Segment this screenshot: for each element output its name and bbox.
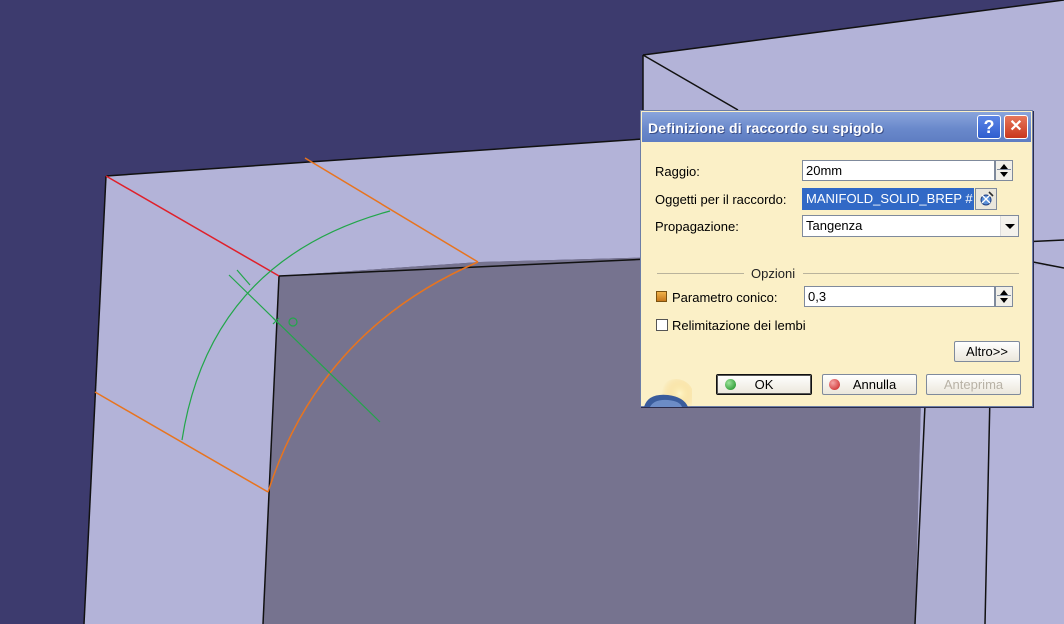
annulla-button[interactable]: Annulla	[822, 374, 917, 395]
close-icon[interactable]: ✕	[1004, 115, 1028, 139]
propagazione-value: Tangenza	[806, 218, 863, 233]
raggio-label: Raggio:	[655, 164, 700, 179]
anteprima-button[interactable]: Anteprima	[926, 374, 1021, 395]
opzioni-divider-right	[803, 273, 1019, 274]
parametro-input[interactable]: 0,3	[804, 286, 995, 307]
propagazione-select[interactable]: Tangenza	[802, 215, 1019, 237]
dialog-title: Definizione di raccordo su spigolo	[648, 120, 884, 136]
propagazione-label: Propagazione:	[655, 219, 739, 234]
oggetti-label: Oggetti per il raccordo:	[655, 192, 787, 207]
oggetti-input[interactable]: MANIFOLD_SOLID_BREP #	[802, 188, 974, 210]
parametro-spinner-icon[interactable]	[995, 286, 1013, 307]
parametro-checkbox[interactable]	[656, 291, 667, 302]
catia-logo-icon	[644, 379, 692, 407]
opzioni-label: Opzioni	[751, 266, 796, 281]
ok-button[interactable]: OK	[716, 374, 812, 395]
opzioni-divider-left	[657, 273, 744, 274]
dialog-titlebar[interactable]: Definizione di raccordo su spigolo ? ✕	[642, 112, 1031, 142]
relimitazione-checkbox[interactable]	[656, 319, 668, 331]
cancel-icon	[829, 379, 840, 390]
annulla-label: Annulla	[852, 377, 897, 392]
raggio-spinner-icon[interactable]	[995, 160, 1013, 181]
ok-label: OK	[754, 377, 774, 392]
ok-icon	[725, 379, 736, 390]
relimitazione-label: Relimitazione dei lembi	[672, 318, 806, 333]
altro-button[interactable]: Altro>>	[954, 341, 1020, 362]
help-icon[interactable]: ?	[977, 115, 1001, 139]
parametro-label: Parametro conico:	[672, 290, 778, 305]
dropdown-arrow-icon[interactable]	[1000, 216, 1018, 236]
edge-fillet-dialog: Definizione di raccordo su spigolo ? ✕ R…	[640, 110, 1033, 407]
raggio-input[interactable]: 20mm	[802, 160, 995, 181]
part-pillar-face[interactable]	[915, 395, 990, 624]
edge-selection-icon[interactable]	[975, 188, 997, 210]
